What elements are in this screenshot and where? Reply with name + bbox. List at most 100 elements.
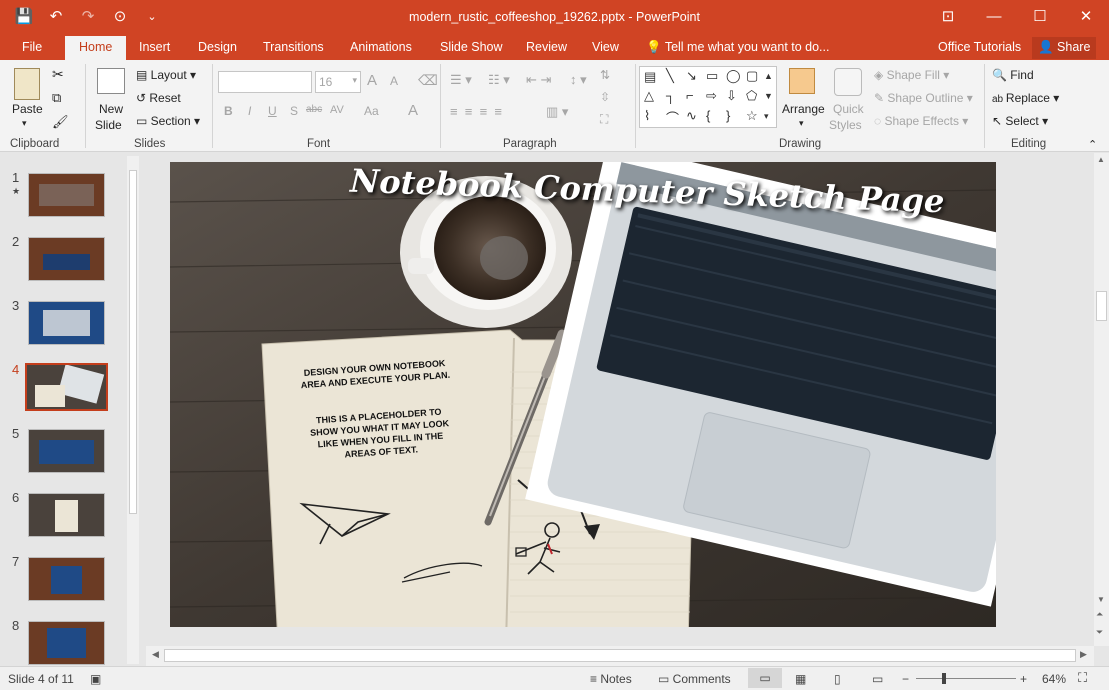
quick-styles-icon[interactable]	[834, 68, 862, 96]
tab-slide-show[interactable]: Slide Show	[440, 40, 503, 54]
align-text-icon[interactable]: ⇳	[600, 90, 610, 104]
previous-slide-icon[interactable]: ⏶	[1096, 609, 1103, 620]
scrollbar-thumb[interactable]	[129, 170, 137, 514]
tab-design[interactable]: Design	[198, 40, 237, 54]
slide-horizontal-scrollbar[interactable]: ◀ ▶	[146, 646, 1094, 666]
numbering-icon[interactable]: ☷ ▾	[488, 72, 510, 88]
elbow-shape-icon[interactable]: ┐	[666, 88, 675, 103]
reset-button[interactable]: ↺ Reset	[136, 91, 181, 105]
section-button[interactable]: ▭ Section ▾	[136, 114, 200, 128]
notebook-text-2[interactable]: THIS IS A PLACEHOLDER TO SHOW YOU WHAT I…	[305, 405, 456, 463]
text-direction-icon[interactable]: ⇅	[600, 68, 610, 82]
freeform-shape-icon[interactable]: ⌇	[644, 108, 650, 124]
scroll-right-icon[interactable]: ▶	[1080, 649, 1087, 660]
char-spacing-button[interactable]: AV	[330, 104, 344, 116]
arrange-button[interactable]: Arrange	[782, 102, 825, 116]
slide-thumbnail-6[interactable]	[28, 493, 105, 537]
select-button[interactable]: ↖ Select ▾	[992, 114, 1048, 128]
arrange-dropdown-icon[interactable]: ▾	[799, 118, 804, 129]
font-size-input[interactable]: 16 ▾	[315, 71, 361, 93]
tab-view[interactable]: View	[592, 40, 619, 54]
office-tutorials-link[interactable]: Office Tutorials	[938, 40, 1021, 54]
tab-transitions[interactable]: Transitions	[263, 40, 324, 54]
slide-sorter-button[interactable]: ▦	[795, 672, 806, 686]
brace-left-shape-icon[interactable]: {	[706, 108, 710, 123]
oval-shape-icon[interactable]: ◯	[726, 68, 741, 84]
scroll-down-icon[interactable]: ▼	[1097, 595, 1105, 604]
tab-review[interactable]: Review	[526, 40, 567, 54]
quick-label[interactable]: Quick	[833, 102, 864, 116]
arc-shape-icon[interactable]: ⌒	[666, 108, 679, 127]
strikethrough-button[interactable]: abc	[306, 104, 322, 115]
shape-outline-button[interactable]: ✎ Shape Outline ▾	[874, 91, 973, 105]
find-button[interactable]: 🔍 Find	[992, 68, 1034, 82]
slide-canvas[interactable]: Notebook Computer Sketch Page DESIGN YOU…	[170, 162, 996, 627]
rectangle-shape-icon[interactable]: ▭	[706, 68, 718, 84]
normal-view-button[interactable]: ▭	[748, 668, 782, 688]
maximize-button[interactable]: ☐	[1017, 0, 1063, 36]
zoom-in-button[interactable]: +	[1020, 672, 1027, 686]
connector-shape-icon[interactable]: ⌐	[686, 88, 694, 103]
close-button[interactable]: ✕	[1063, 0, 1109, 36]
font-name-input[interactable]	[218, 71, 312, 93]
slide-thumbnail-1[interactable]	[28, 173, 105, 217]
minimize-button[interactable]: —	[971, 0, 1017, 36]
notes-button[interactable]: ≡ Notes	[590, 672, 632, 686]
comments-button[interactable]: ▭ Comments	[658, 672, 731, 686]
clear-format-icon[interactable]: ⌫	[418, 72, 438, 89]
arrange-icon[interactable]	[789, 68, 815, 94]
right-arrow-shape-icon[interactable]: ⇨	[706, 88, 717, 104]
tab-animations[interactable]: Animations	[350, 40, 412, 54]
scroll-up-icon[interactable]: ▲	[1097, 155, 1105, 164]
smartart-icon[interactable]: ⛶	[600, 112, 608, 127]
tab-file[interactable]: File	[22, 40, 42, 54]
shrink-font-icon[interactable]: A	[390, 74, 398, 88]
scrollbar-thumb[interactable]	[1096, 291, 1107, 321]
tell-me-search[interactable]: 💡 Tell me what you want to do...	[646, 40, 829, 55]
thumbnails-scrollbar[interactable]	[127, 156, 139, 664]
new-slide-label[interactable]: New	[99, 102, 123, 116]
align-icons[interactable]: ≡ ≡ ≡ ≡	[450, 104, 502, 119]
italic-button[interactable]: I	[248, 104, 251, 118]
rounded-rect-shape-icon[interactable]: ▢	[746, 68, 758, 84]
format-painter-icon[interactable]: 🖌	[52, 114, 69, 130]
tab-insert[interactable]: Insert	[139, 40, 170, 54]
zoom-slider-thumb[interactable]	[942, 673, 946, 684]
gallery-scroll-down-icon[interactable]: ▼	[764, 91, 773, 101]
pentagon-shape-icon[interactable]: ⬠	[746, 88, 757, 104]
paste-icon[interactable]	[14, 68, 40, 100]
bold-button[interactable]: B	[224, 104, 233, 118]
new-slide-icon[interactable]	[97, 68, 125, 94]
shadow-button[interactable]: S	[290, 104, 298, 118]
paste-button[interactable]: Paste	[12, 102, 43, 116]
down-arrow-shape-icon[interactable]: ⇩	[726, 88, 737, 104]
tab-home[interactable]: Home	[65, 36, 127, 60]
curve-shape-icon[interactable]: ∿	[686, 108, 697, 124]
change-case-button[interactable]: Aa	[364, 104, 379, 118]
gallery-more-icon[interactable]: ▾	[764, 111, 769, 122]
slide-thumbnail-7[interactable]	[28, 557, 105, 601]
line-shape-icon[interactable]: ╲	[666, 68, 674, 84]
textbox-shape-icon[interactable]: ▤	[644, 69, 656, 85]
slide-thumbnail-8[interactable]	[28, 621, 105, 665]
triangle-shape-icon[interactable]: △	[644, 88, 654, 104]
zoom-out-button[interactable]: −	[902, 672, 909, 686]
grow-font-icon[interactable]: A	[367, 72, 377, 89]
spell-check-icon[interactable]: ▣	[90, 672, 101, 686]
copy-icon[interactable]: ⧉	[52, 90, 61, 106]
slide-thumbnail-4[interactable]	[25, 363, 108, 411]
layout-button[interactable]: ▤ Layout ▾	[136, 68, 196, 82]
brace-right-shape-icon[interactable]: }	[726, 108, 730, 123]
columns-icon[interactable]: ▥ ▾	[546, 104, 568, 120]
shape-effects-button[interactable]: ◌ Shape Effects ▾	[874, 114, 968, 128]
slide-thumbnail-3[interactable]	[28, 301, 105, 345]
collapse-ribbon-icon[interactable]: ⌃	[1088, 138, 1097, 151]
slide-vertical-scrollbar[interactable]: ▲ ▼ ⏶ ⏷	[1094, 153, 1109, 646]
new-slide-button[interactable]: Slide	[95, 118, 122, 132]
shapes-gallery[interactable]: ▤ ╲ ↘ ▭ ◯ ▢ △ ┐ ⌐ ⇨ ⇩ ⬠ ⌇ ⌒ ∿ { } ☆ ▲ ▼ …	[639, 66, 777, 128]
underline-button[interactable]: U	[268, 104, 277, 118]
indent-icon[interactable]: ⇤ ⇥	[526, 72, 551, 88]
font-color-button[interactable]: A	[408, 102, 418, 119]
gallery-scroll-up-icon[interactable]: ▲	[764, 71, 773, 81]
scrollbar-thumb[interactable]	[164, 649, 1076, 662]
